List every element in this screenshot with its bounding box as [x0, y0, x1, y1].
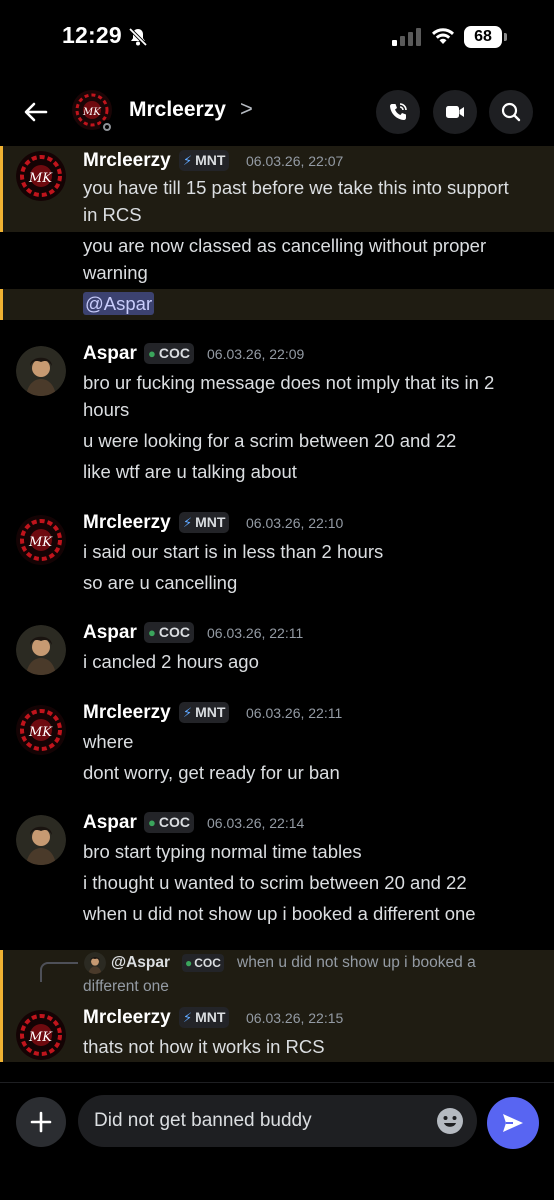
battery-indicator: 68 — [464, 26, 508, 48]
reply-preview[interactable]: different one — [83, 978, 169, 996]
skull-icon: ● — [148, 346, 156, 361]
clock: 12:29 — [62, 22, 122, 48]
clan-tag[interactable]: ⚡ MNT — [179, 150, 230, 171]
message-text: hours — [83, 399, 130, 420]
skull-icon: ● — [148, 625, 156, 640]
offline-status-dot — [100, 120, 114, 134]
video-camera-icon — [446, 106, 464, 118]
svg-text:MK: MK — [28, 171, 53, 186]
clan-tag[interactable]: ● COC — [144, 343, 194, 364]
message-input-value[interactable]: Did not get banned buddy — [94, 1110, 312, 1132]
chat-header: MK Mrcleerzy > — [0, 82, 554, 142]
emoji-icon[interactable] — [436, 1107, 464, 1135]
reply-connector — [40, 962, 78, 982]
lightning-icon: ⚡ — [183, 705, 193, 720]
clan-tag[interactable]: ● COC — [144, 622, 194, 643]
add-attachment-button[interactable] — [16, 1097, 66, 1147]
timestamp: 06.03.26, 22:11 — [207, 625, 304, 641]
svg-text:MK: MK — [28, 1030, 53, 1045]
username[interactable]: Mrcleerzy — [83, 1007, 171, 1029]
clan-tag[interactable]: ⚡ MNT — [179, 1007, 230, 1028]
message-text: @Aspar — [83, 290, 155, 317]
clan-tag[interactable]: ● COC — [144, 812, 194, 833]
clan-tag[interactable]: ⚡ MNT — [179, 702, 230, 723]
message-text: you have till 15 past before we take thi… — [83, 177, 509, 198]
skull-icon: ● — [185, 956, 193, 970]
message-text: in RCS — [83, 204, 142, 225]
message-text: i cancled 2 hours ago — [83, 651, 259, 672]
chevron-right-icon[interactable]: > — [240, 96, 253, 122]
svg-text:MK: MK — [28, 535, 53, 550]
aspar-avatar[interactable] — [16, 625, 66, 675]
aspar-avatar[interactable] — [16, 346, 66, 396]
aspar-avatar[interactable] — [16, 815, 66, 865]
message-text: warning — [83, 262, 148, 283]
message-text: bro start typing normal time tables — [83, 841, 362, 862]
mrcleerzy-avatar[interactable]: MK — [16, 151, 66, 201]
cell-signal-icon — [392, 28, 421, 46]
phone-icon — [390, 103, 407, 120]
username[interactable]: Aspar — [83, 812, 137, 834]
plus-icon — [30, 1111, 52, 1133]
message-text: dont worry, get ready for ur ban — [83, 762, 340, 783]
svg-text:MK: MK — [28, 725, 53, 740]
mrcleerzy-avatar[interactable]: MK — [16, 1010, 66, 1060]
video-call-button[interactable] — [433, 90, 477, 134]
timestamp: 06.03.26, 22:07 — [246, 153, 344, 169]
message-input[interactable]: Did not get banned buddy — [78, 1095, 477, 1147]
back-arrow-icon[interactable] — [20, 96, 52, 128]
message-text: i thought u wanted to scrim between 20 a… — [83, 872, 467, 893]
aspar-reply-avatar[interactable] — [84, 952, 106, 974]
message-text: thats not how it works in RCS — [83, 1036, 325, 1057]
skull-icon: ● — [148, 815, 156, 830]
message-text: you are now classed as cancelling withou… — [83, 235, 487, 256]
search-button[interactable] — [489, 90, 533, 134]
message-text: like wtf are u talking about — [83, 461, 297, 482]
dm-username[interactable]: Mrcleerzy — [129, 98, 226, 122]
mrcleerzy-avatar[interactable]: MK — [16, 705, 66, 755]
timestamp: 06.03.26, 22:14 — [207, 815, 305, 831]
status-bar: 12:29 68 — [0, 0, 554, 76]
message-list[interactable]: MK Mrcleerzy ⚡ MNT 06.03.26, 22:07 you ha… — [0, 146, 554, 1076]
wifi-icon — [432, 28, 454, 44]
username[interactable]: Mrcleerzy — [83, 150, 171, 172]
username[interactable]: Aspar — [83, 622, 137, 644]
bell-muted-icon — [128, 27, 148, 47]
timestamp: 06.03.26, 22:15 — [246, 1010, 344, 1026]
lightning-icon: ⚡ — [183, 1010, 193, 1025]
voice-call-button[interactable] — [376, 90, 420, 134]
battery-level: 68 — [464, 26, 502, 48]
timestamp: 06.03.26, 22:10 — [246, 515, 344, 531]
timestamp: 06.03.26, 22:11 — [246, 705, 343, 721]
user-mention[interactable]: @Aspar — [83, 292, 155, 315]
message-text: bro ur fucking message does not imply th… — [83, 372, 495, 393]
message-text: u were looking for a scrim between 20 an… — [83, 430, 457, 451]
username[interactable]: Aspar — [83, 343, 137, 365]
message-text: so are u cancelling — [83, 572, 238, 593]
svg-text:MK: MK — [82, 107, 101, 118]
message-text: i said our start is in less than 2 hours — [83, 541, 384, 562]
message-text: where — [83, 731, 134, 752]
send-icon — [503, 1114, 523, 1132]
clan-tag[interactable]: ⚡ MNT — [179, 512, 230, 533]
reply-author[interactable]: @Aspar — [111, 954, 170, 972]
message-text: when u did not show up i booked a differ… — [83, 903, 476, 924]
send-button[interactable] — [487, 1097, 539, 1149]
username[interactable]: Mrcleerzy — [83, 702, 171, 724]
timestamp: 06.03.26, 22:09 — [207, 346, 305, 362]
lightning-icon: ⚡ — [183, 153, 193, 168]
lightning-icon: ⚡ — [183, 515, 193, 530]
search-icon — [501, 102, 521, 122]
mrcleerzy-avatar[interactable]: MK — [16, 515, 66, 565]
reply-clan-tag: ● COC — [182, 954, 224, 972]
composer-bar: Did not get banned buddy — [0, 1082, 554, 1200]
reply-preview[interactable]: when u did not show up i booked a — [237, 954, 476, 972]
username[interactable]: Mrcleerzy — [83, 512, 171, 534]
